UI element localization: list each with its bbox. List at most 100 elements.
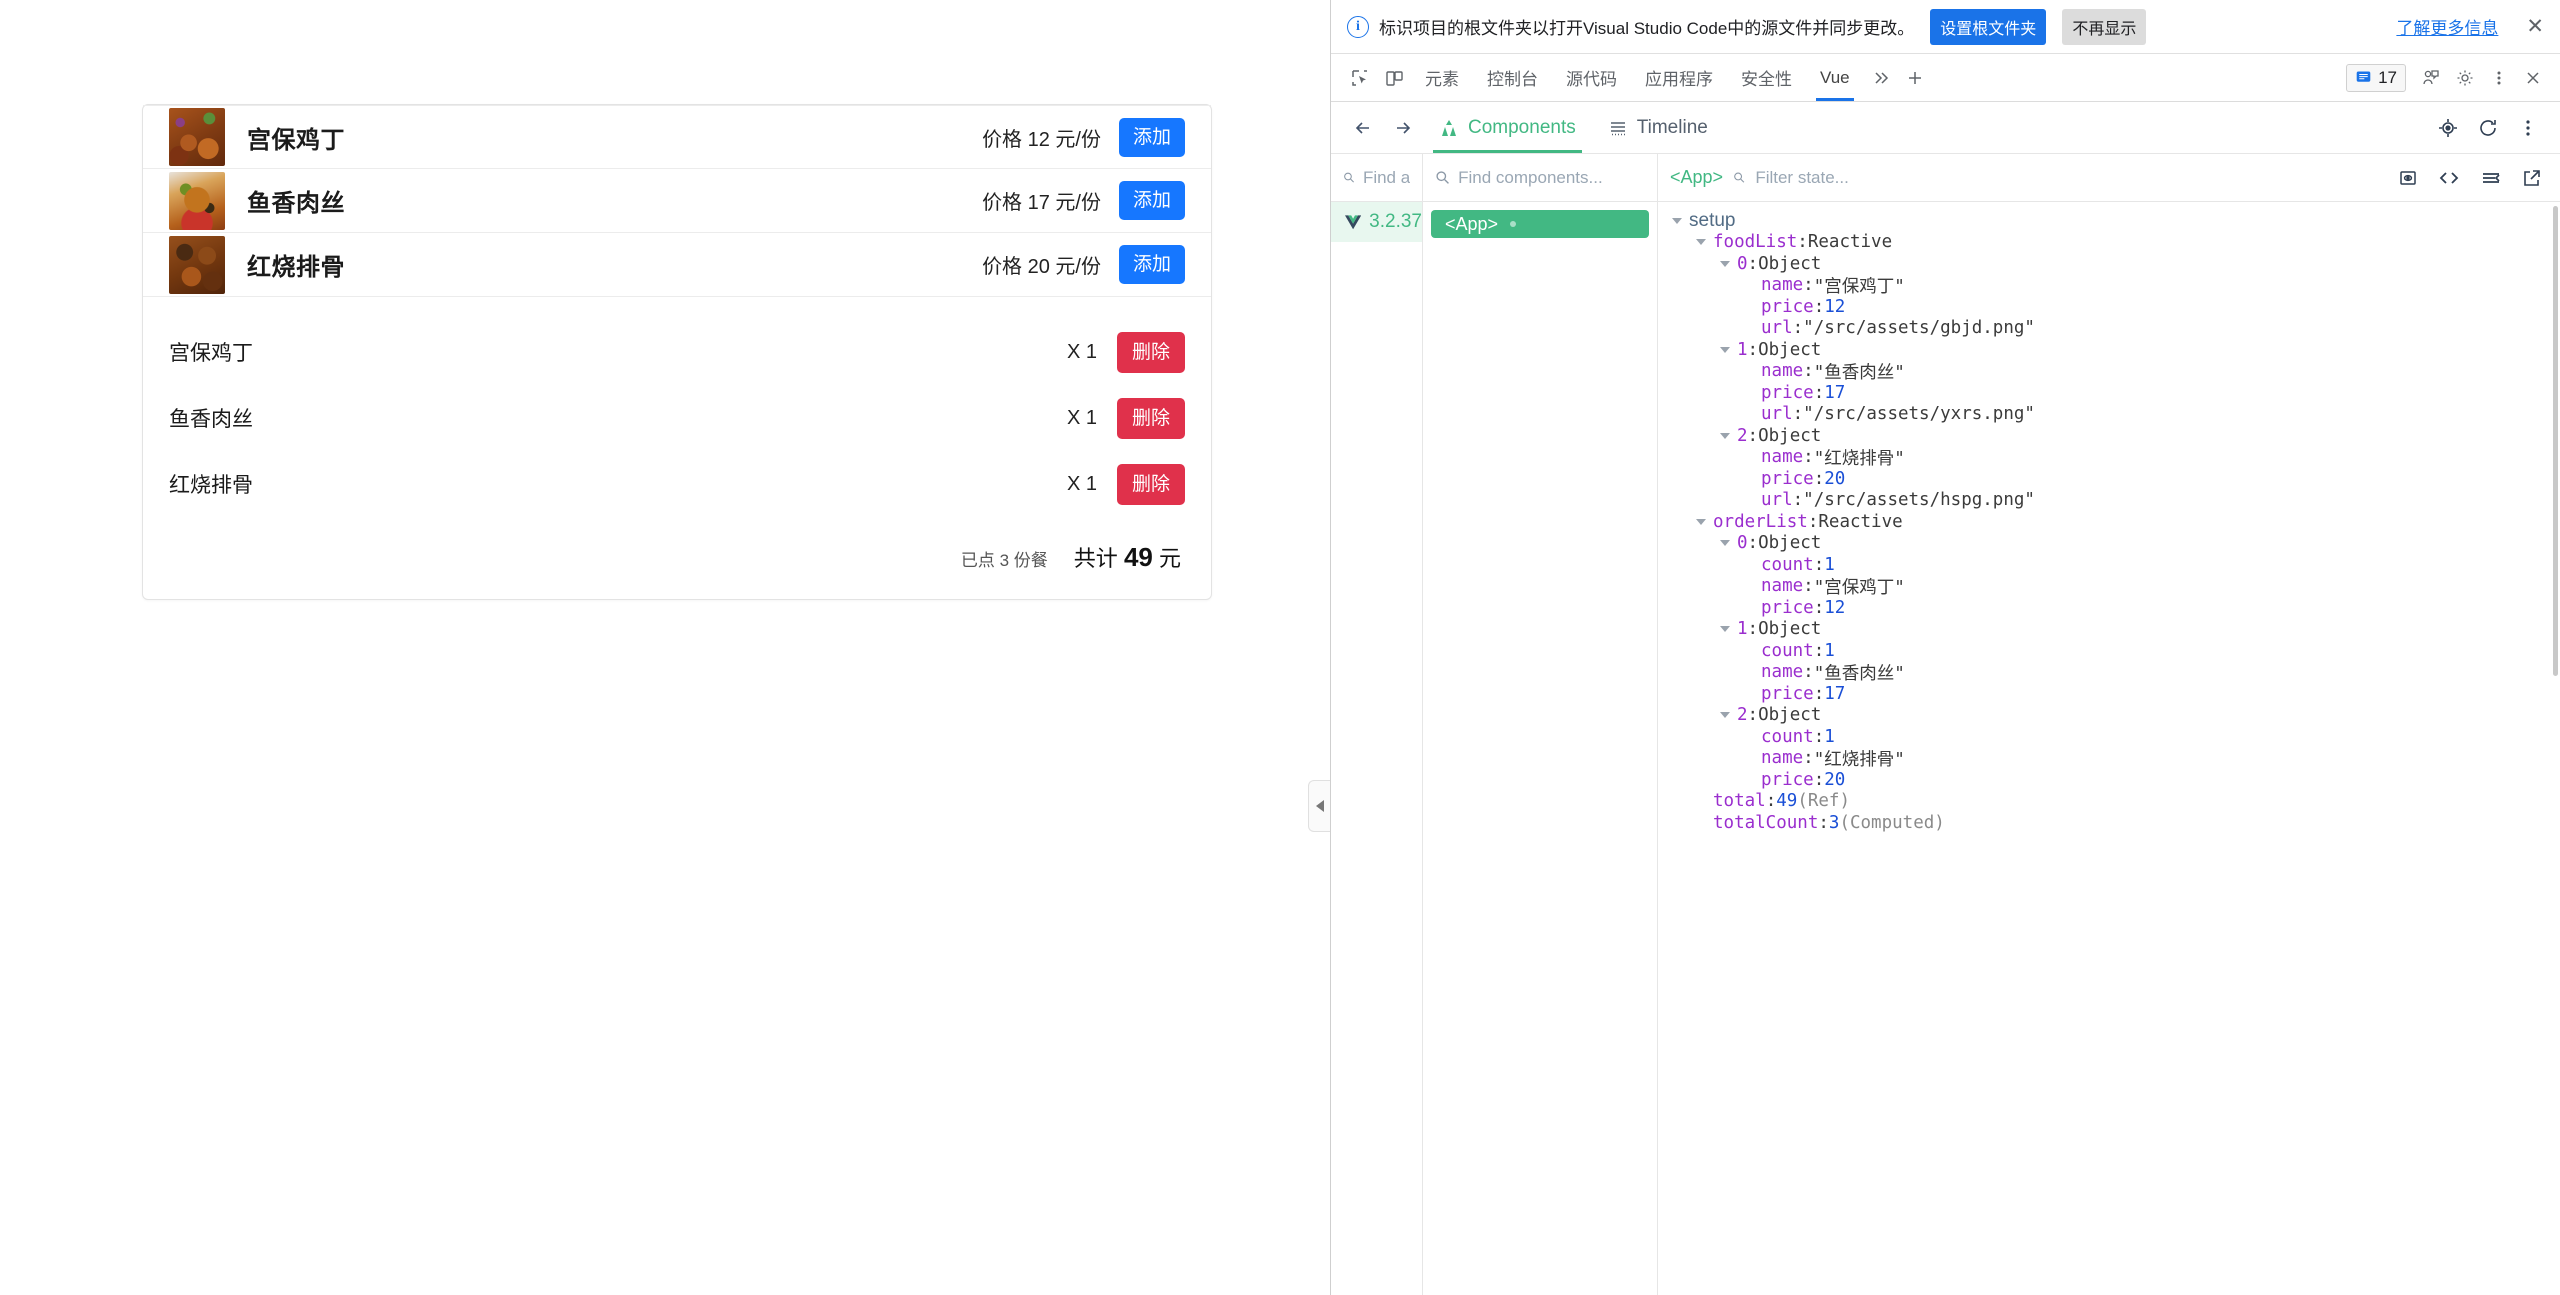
state-line[interactable]: price: 17 [1658, 382, 2560, 404]
delete-button[interactable]: 删除 [1116, 397, 1185, 439]
chevron-down-icon[interactable] [1720, 346, 1730, 353]
chevron-double-right-icon[interactable] [1864, 61, 1898, 95]
chevron-down-icon[interactable] [1696, 239, 1706, 246]
state-line[interactable]: orderList: Reactive [1658, 511, 2560, 533]
state-separator: : [1792, 404, 1804, 425]
state-value-meta: (Ref) [1797, 791, 1850, 812]
devtools-tab-3[interactable]: 应用程序 [1631, 55, 1727, 101]
state-value: Object [1758, 533, 1822, 554]
state-actions [2398, 168, 2548, 188]
collapse-all-icon[interactable] [2480, 168, 2502, 188]
more-vertical-icon[interactable] [2482, 61, 2516, 95]
summary-total: 共计 49 元 [1074, 541, 1181, 573]
find-app-input[interactable] [1362, 167, 1410, 188]
order-name: 鱼香肉丝 [169, 408, 253, 431]
devtools-tab-vue[interactable]: Vue [1806, 55, 1864, 101]
state-line[interactable]: name: "鱼香肉丝" [1658, 662, 2560, 684]
state-key: orderList [1713, 511, 1808, 532]
vue-more-menu-icon[interactable] [2510, 110, 2546, 146]
state-line[interactable]: price: 20 [1658, 468, 2560, 490]
issues-button[interactable]: 17 [2346, 63, 2406, 92]
devtools-tab-0[interactable]: 元素 [1411, 55, 1473, 101]
chevron-down-icon[interactable] [1696, 518, 1706, 525]
state-line[interactable]: price: 17 [1658, 683, 2560, 705]
component-tree-node-app[interactable]: <App> [1431, 210, 1649, 238]
state-separator: : [1747, 619, 1759, 640]
chevron-down-icon[interactable] [1672, 217, 1682, 224]
chevron-down-icon[interactable] [1720, 260, 1730, 267]
state-line[interactable]: price: 12 [1658, 296, 2560, 318]
chevron-down-icon[interactable] [1720, 712, 1730, 719]
find-components-input[interactable] [1458, 167, 1645, 188]
state-line[interactable]: 1: Object [1658, 619, 2560, 641]
state-key: url [1761, 490, 1793, 511]
state-line[interactable]: price: 12 [1658, 597, 2560, 619]
app-version-row[interactable]: 3.2.37 [1331, 202, 1422, 242]
devtools-tab-2[interactable]: 源代码 [1552, 55, 1631, 101]
add-button[interactable]: 添加 [1118, 245, 1185, 284]
state-line[interactable]: totalCount: 3 (Computed) [1658, 812, 2560, 834]
delete-button[interactable]: 删除 [1116, 463, 1185, 505]
state-line[interactable]: url: "/src/assets/hspg.png" [1658, 490, 2560, 512]
filter-state-input[interactable] [1755, 167, 2388, 188]
state-line[interactable]: name: "红烧排骨" [1658, 748, 2560, 770]
inspect-dom-icon[interactable] [2398, 168, 2418, 188]
state-scrollbar[interactable] [2553, 206, 2558, 676]
panel-collapse-handle[interactable] [1308, 780, 1330, 832]
state-line[interactable]: price: 20 [1658, 769, 2560, 791]
tab-timeline[interactable]: Timeline [1594, 103, 1722, 153]
state-line[interactable]: count: 1 [1658, 640, 2560, 662]
state-key: name [1761, 275, 1804, 296]
chevron-down-icon[interactable] [1720, 540, 1730, 547]
state-value: 3 [1828, 812, 1840, 833]
state-line[interactable]: url: "/src/assets/yxrs.png" [1658, 404, 2560, 426]
order-row: 宫保鸡丁 X 1 删除 [143, 319, 1211, 385]
state-value-meta: (Computed) [1839, 812, 1945, 833]
set-root-folder-button[interactable]: 设置根文件夹 [1930, 8, 2047, 45]
arrow-right-icon[interactable] [1385, 110, 1421, 146]
open-in-editor-icon[interactable] [2438, 168, 2460, 188]
external-link-icon[interactable] [2522, 168, 2542, 188]
gear-icon[interactable] [2448, 61, 2482, 95]
state-value: Object [1758, 253, 1822, 274]
delete-button[interactable]: 删除 [1116, 331, 1185, 373]
chevron-down-icon[interactable] [1720, 432, 1730, 439]
inspect-element-icon[interactable] [1343, 61, 1377, 95]
device-toolbar-icon[interactable] [1377, 61, 1411, 95]
close-devtools-icon[interactable] [2516, 61, 2550, 95]
state-line[interactable]: count: 1 [1658, 726, 2560, 748]
chevron-down-icon[interactable] [1720, 626, 1730, 633]
plus-icon[interactable] [1898, 61, 1932, 95]
state-line[interactable]: name: "红烧排骨" [1658, 447, 2560, 469]
devtools-tab-1[interactable]: 控制台 [1473, 55, 1552, 101]
select-component-icon[interactable] [2430, 110, 2466, 146]
close-icon[interactable]: ✕ [2526, 16, 2544, 37]
state-line[interactable]: 1: Object [1658, 339, 2560, 361]
state-line[interactable]: 2: Object [1658, 425, 2560, 447]
add-button[interactable]: 添加 [1118, 117, 1185, 157]
feedback-icon[interactable] [2414, 61, 2448, 95]
state-line[interactable]: foodList: Reactive [1658, 232, 2560, 254]
devtools-tab-4[interactable]: 安全性 [1727, 55, 1806, 101]
state-line[interactable]: 0: Object [1658, 253, 2560, 275]
add-button[interactable]: 添加 [1118, 181, 1185, 220]
food-price: 价格 12 元/份 [982, 128, 1101, 151]
state-line[interactable]: count: 1 [1658, 554, 2560, 576]
learn-more-link[interactable]: 了解更多信息 [2396, 14, 2498, 39]
state-line[interactable]: 0: Object [1658, 533, 2560, 555]
state-line[interactable]: name: "宫保鸡丁" [1658, 275, 2560, 297]
refresh-icon[interactable] [2470, 110, 2506, 146]
state-line[interactable]: name: "宫保鸡丁" [1658, 576, 2560, 598]
dont-show-again-button[interactable]: 不再显示 [2062, 8, 2147, 45]
state-separator: : [1813, 468, 1825, 489]
state-line[interactable]: url: "/src/assets/gbjd.png" [1658, 318, 2560, 340]
state-line[interactable]: name: "鱼香肉丝" [1658, 361, 2560, 383]
state-separator: : [1803, 662, 1814, 683]
component-search-cell [1423, 154, 1658, 201]
tab-components[interactable]: Components [1425, 103, 1590, 153]
arrow-left-icon[interactable] [1345, 110, 1381, 146]
state-line[interactable]: total: 49 (Ref) [1658, 791, 2560, 813]
state-line[interactable]: 2: Object [1658, 705, 2560, 727]
state-line[interactable]: setup [1658, 210, 2560, 232]
state-value: 12 [1824, 597, 1846, 618]
